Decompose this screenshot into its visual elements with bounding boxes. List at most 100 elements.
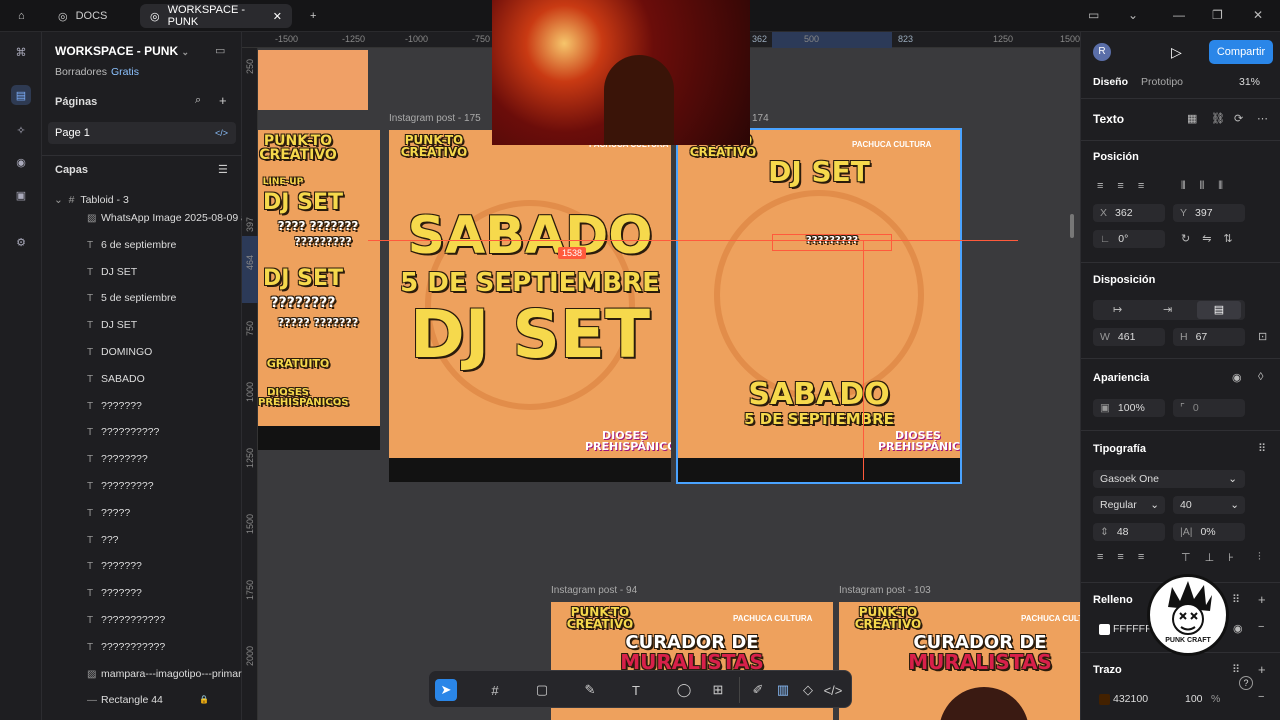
- y-field[interactable]: Y 397: [1173, 204, 1245, 222]
- layer-item[interactable]: T DOMINGO: [87, 339, 242, 365]
- add-fill-icon[interactable]: +: [1258, 592, 1266, 607]
- chevron-down-icon[interactable]: ⌄: [1128, 8, 1138, 22]
- plugins-tool-icon[interactable]: ⊞: [707, 679, 729, 701]
- layer-item[interactable]: T DJ SET: [87, 312, 242, 338]
- text-grow-toggle[interactable]: ↦ ⇥ ▤: [1093, 300, 1245, 320]
- selected-text[interactable]: ?????????: [772, 236, 892, 246]
- layer-item[interactable]: ▨ WhatsApp Image 2025-08-09 a: [87, 205, 242, 231]
- settings-icon[interactable]: ⚙: [11, 232, 31, 252]
- flip-icons[interactable]: ↻⇋⇅: [1181, 232, 1245, 245]
- component-icon[interactable]: ▦: [1187, 112, 1197, 125]
- more-icon[interactable]: ⋯: [1257, 112, 1268, 125]
- layer-item[interactable]: T6 de septiembre: [87, 232, 242, 258]
- comment-tool-icon[interactable]: ◯: [673, 679, 695, 701]
- letter-spacing-field[interactable]: |A| 0%: [1173, 523, 1245, 541]
- frame-instagram-post-103[interactable]: PUNK-TO CREATIVO PACHUCA CULTURA CURADOR…: [839, 602, 1080, 720]
- layer-item[interactable]: ▨ mampara---imagotipo---primari: [87, 661, 242, 687]
- tab-design[interactable]: Diseño: [1093, 76, 1128, 88]
- rectangle-tool-icon[interactable]: ▢: [531, 679, 553, 701]
- close-tab-icon[interactable]: ✕: [273, 10, 282, 23]
- tab-docs[interactable]: ◎ DOCS: [48, 4, 136, 28]
- typography-options-icon[interactable]: ⠿: [1258, 442, 1266, 455]
- frame-lineup-poster[interactable]: PUNK-TO CREATIVO LINE-UP DJ SET ???? ???…: [258, 130, 380, 450]
- layers-menu-icon[interactable]: ☰: [218, 163, 228, 176]
- inspect-tool-icon[interactable]: ▥: [772, 679, 794, 701]
- sidebar-toggle-icon[interactable]: ▭: [1088, 8, 1099, 22]
- layer-item[interactable]: T???????????: [87, 634, 242, 660]
- layer-item[interactable]: T?????: [87, 500, 242, 526]
- frame-instagram-post-175[interactable]: PUNK-TO CREATIVO PACHUCA CULTURA SABADO …: [389, 130, 671, 482]
- stroke-swatch[interactable]: [1099, 694, 1110, 705]
- layer-item[interactable]: T???????: [87, 393, 242, 419]
- add-stroke-icon[interactable]: +: [1258, 662, 1266, 677]
- line-height-field[interactable]: ⇕ 48: [1093, 523, 1165, 541]
- home-tab[interactable]: ⌂: [8, 4, 35, 28]
- frame-instagram-post-174[interactable]: PUNK-TO CREATIVO PACHUCA CULTURA DJ SET …: [676, 128, 962, 484]
- minimize-icon[interactable]: —: [1173, 8, 1185, 22]
- layer-item[interactable]: T???????????: [87, 607, 242, 633]
- stroke-hex[interactable]: 432100: [1113, 693, 1148, 705]
- color-palette-icon[interactable]: ◉: [11, 152, 31, 172]
- fill-options-icon[interactable]: ⠿: [1232, 593, 1240, 606]
- opacity-field[interactable]: ▣ 100%: [1093, 399, 1165, 417]
- eye-icon[interactable]: ◉: [1233, 622, 1243, 635]
- eye-icon[interactable]: ◉: [1232, 371, 1242, 384]
- blend-icon[interactable]: ◊: [1258, 371, 1263, 383]
- scrollbar[interactable]: [1070, 214, 1074, 238]
- component-tool-icon[interactable]: ◇: [797, 679, 819, 701]
- tab-workspace[interactable]: ◎ WORKSPACE - PUNK ✕: [140, 4, 292, 28]
- layer-item[interactable]: T???: [87, 527, 242, 553]
- search-icon[interactable]: ⌕: [195, 94, 201, 107]
- refresh-icon[interactable]: ⟳: [1234, 112, 1243, 125]
- code-tool-icon[interactable]: </>: [822, 679, 844, 701]
- assets-icon[interactable]: ✧: [11, 120, 31, 140]
- add-page-icon[interactable]: +: [219, 93, 227, 108]
- canvas[interactable]: PUNK-TO CREATIVO LINE-UP DJ SET ???? ???…: [258, 48, 1080, 720]
- lock-icon[interactable]: 🔒: [199, 687, 209, 713]
- layer-item[interactable]: T????????: [87, 446, 242, 472]
- stroke-opacity[interactable]: 100: [1185, 693, 1203, 705]
- font-size-select[interactable]: 40 ⌄: [1173, 496, 1245, 514]
- font-weight-select[interactable]: Regular ⌄: [1093, 496, 1165, 514]
- plugins-icon[interactable]: ▣: [11, 185, 31, 205]
- align-vertical-icons[interactable]: ⫴⫴⫴: [1181, 180, 1237, 193]
- zoom-level[interactable]: 31%: [1239, 76, 1260, 88]
- project-title[interactable]: WORKSPACE - PUNK ⌄: [55, 44, 189, 58]
- font-family-select[interactable]: Gasoek One ⌄: [1093, 470, 1245, 488]
- page-item-1[interactable]: Page 1 </>: [48, 122, 236, 144]
- code-icon[interactable]: </>: [215, 122, 228, 144]
- fill-swatch[interactable]: [1099, 624, 1110, 635]
- radius-field[interactable]: ⌜ 0: [1173, 399, 1245, 417]
- layer-item[interactable]: T5 de septiembre: [87, 285, 242, 311]
- close-window-icon[interactable]: ✕: [1253, 8, 1263, 22]
- remove-fill-icon[interactable]: −: [1258, 621, 1264, 633]
- text-options-icon[interactable]: ⫶: [1258, 551, 1261, 564]
- layer-item[interactable]: T???????: [87, 580, 242, 606]
- panel-toggle-icon[interactable]: ▭: [215, 44, 225, 57]
- height-field[interactable]: H 67: [1173, 328, 1245, 346]
- penpot-logo-icon[interactable]: ⌘: [11, 42, 31, 62]
- layer-item[interactable]: T???????: [87, 553, 242, 579]
- move-tool-icon[interactable]: ➤: [435, 679, 457, 701]
- align-horizontal-icons[interactable]: ≡≡≡: [1097, 180, 1158, 192]
- avatar[interactable]: R: [1093, 43, 1111, 61]
- tab-prototype[interactable]: Prototipo: [1141, 76, 1183, 88]
- play-icon[interactable]: ▷: [1171, 44, 1182, 61]
- layer-item[interactable]: T?????????: [87, 473, 242, 499]
- frame-partial-top[interactable]: [258, 50, 368, 110]
- draw-tool-icon[interactable]: ✐: [747, 679, 769, 701]
- maximize-icon[interactable]: ❐: [1212, 8, 1223, 22]
- layer-item[interactable]: T DJ SET: [87, 259, 242, 285]
- stroke-options-icon[interactable]: ⠿: [1232, 663, 1240, 676]
- fixed-icon[interactable]: ▤: [1197, 301, 1241, 319]
- layers-icon[interactable]: ▤: [11, 85, 31, 105]
- path-tool-icon[interactable]: ✎: [579, 679, 601, 701]
- layer-item[interactable]: — Rectangle 44 🔒: [87, 687, 242, 713]
- width-field[interactable]: W 461: [1093, 328, 1165, 346]
- fill-hex[interactable]: FFFFFF: [1113, 623, 1151, 635]
- remove-stroke-icon[interactable]: −: [1258, 691, 1264, 703]
- auto-width-icon[interactable]: ↦: [1113, 303, 1122, 316]
- text-tool-icon[interactable]: T: [625, 679, 647, 701]
- vertical-align-icons[interactable]: ⊤⊥⊦: [1181, 551, 1248, 564]
- layer-item[interactable]: T SABADO: [87, 366, 242, 392]
